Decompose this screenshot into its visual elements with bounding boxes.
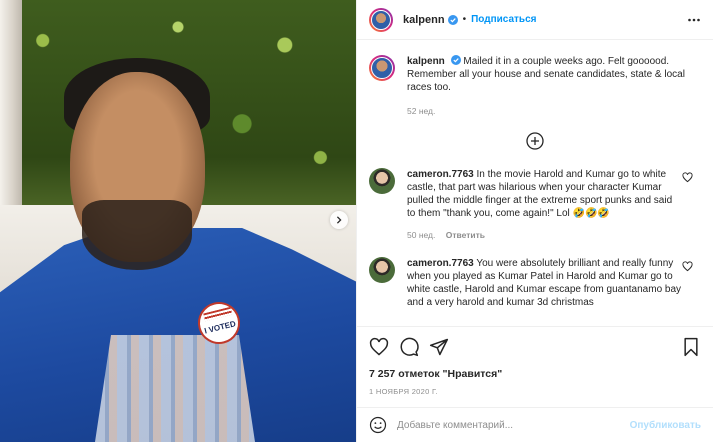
reply-button[interactable]: Ответить xyxy=(446,230,485,240)
follow-button[interactable]: Подписаться xyxy=(471,14,536,25)
comment-like-heart-icon[interactable] xyxy=(682,172,693,183)
comments-list[interactable]: kalpenn Mailed it in a couple weeks ago.… xyxy=(357,41,713,326)
header-separator: • xyxy=(462,14,467,25)
comment-username[interactable]: cameron.7763 xyxy=(407,258,474,269)
load-more-comments-button[interactable] xyxy=(369,132,701,150)
caption-body: kalpenn Mailed it in a couple weeks ago.… xyxy=(407,55,701,94)
post-actions: 7 257 отметок "Нравится" 1 ноября 2020 г… xyxy=(357,326,713,396)
comment-meta: 50 нед. Ответить xyxy=(407,229,683,242)
comment-composer: Опубликовать xyxy=(357,407,713,442)
bookmark-icon[interactable] xyxy=(681,337,701,357)
caption: kalpenn Mailed it in a couple weeks ago.… xyxy=(369,55,701,94)
post-header: kalpenn • Подписаться xyxy=(357,0,713,40)
chevron-right-icon xyxy=(336,216,342,224)
more-options-icon[interactable] xyxy=(687,13,701,27)
author-avatar[interactable] xyxy=(369,7,393,32)
post-photo[interactable]: I VOTED xyxy=(0,0,356,442)
comment-input[interactable] xyxy=(397,419,630,431)
photo-beard xyxy=(82,200,192,270)
heart-icon[interactable] xyxy=(369,337,389,357)
caption-username[interactable]: kalpenn xyxy=(407,56,445,67)
comment-item: cameron.7763 You were absolutely brillia… xyxy=(369,257,701,309)
commenter-avatar[interactable] xyxy=(369,257,395,283)
smiley-icon[interactable] xyxy=(369,416,387,434)
comment-timestamp[interactable]: 50 нед. xyxy=(407,230,435,240)
publish-button[interactable]: Опубликовать xyxy=(630,420,701,431)
comment-item: cameron.7763 In the movie Harold and Kum… xyxy=(369,168,701,242)
verified-badge-icon xyxy=(447,14,458,25)
comment-like-heart-icon[interactable] xyxy=(682,261,693,272)
comment-body: cameron.7763 In the movie Harold and Kum… xyxy=(407,168,683,242)
comment-bubble-icon[interactable] xyxy=(399,337,419,357)
verified-badge-icon xyxy=(450,55,461,65)
comment-username[interactable]: cameron.7763 xyxy=(407,169,474,180)
caption-text: Mailed it in a couple weeks ago. Felt go… xyxy=(407,56,685,93)
commenter-avatar[interactable] xyxy=(369,168,395,194)
comment-body: cameron.7763 You were absolutely brillia… xyxy=(407,257,683,309)
caption-timestamp[interactable]: 52 нед. xyxy=(407,106,701,116)
carousel-next-button[interactable] xyxy=(330,211,348,229)
author-username[interactable]: kalpenn xyxy=(403,14,445,26)
caption-avatar[interactable] xyxy=(369,55,395,81)
post-date[interactable]: 1 ноября 2020 г. xyxy=(369,387,701,396)
likes-count[interactable]: 7 257 отметок "Нравится" xyxy=(369,368,701,380)
paper-plane-icon[interactable] xyxy=(429,337,449,357)
photo-hoodie-print xyxy=(95,335,255,442)
action-icons xyxy=(369,335,701,359)
load-more-plus-icon xyxy=(526,132,544,150)
sticker-text: I VOTED xyxy=(203,318,237,336)
post-side-panel: kalpenn • Подписаться kalpenn Mailed it … xyxy=(356,0,713,442)
